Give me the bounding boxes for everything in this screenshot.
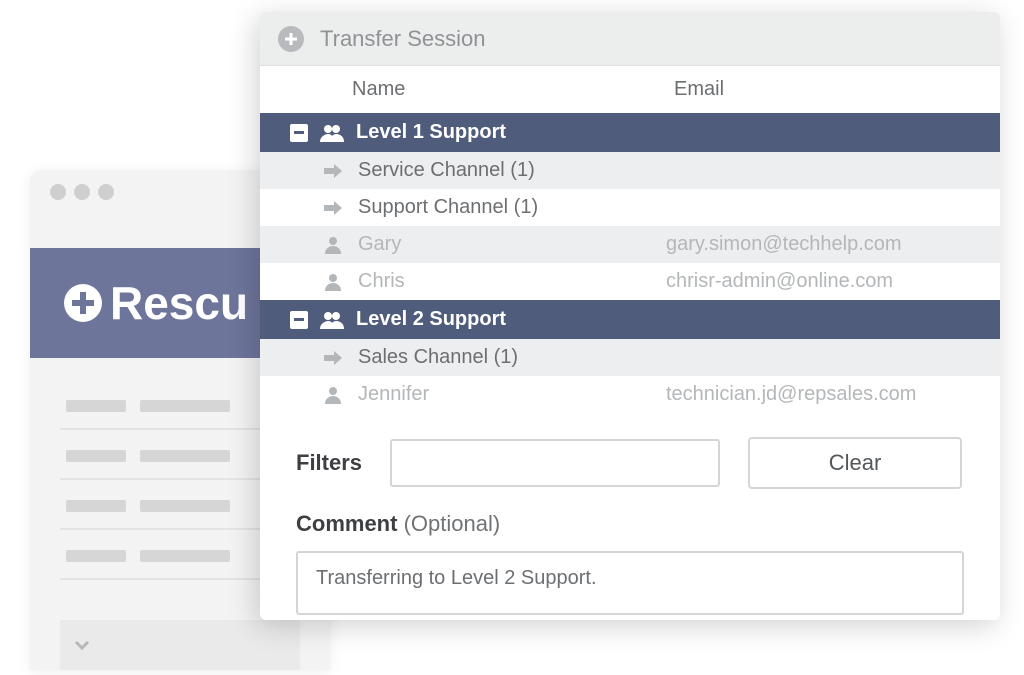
row-label: Chris xyxy=(358,270,652,293)
person-icon xyxy=(322,236,344,254)
arrow-right-icon xyxy=(322,200,344,216)
person-row[interactable]: Chris chrisr-admin@online.com xyxy=(260,263,1000,300)
comment-label: Comment (Optional) xyxy=(296,511,964,537)
row-label: Gary xyxy=(358,233,652,256)
clear-button[interactable]: Clear xyxy=(748,437,962,489)
tree-list: Level 1 Support Service Channel (1) Supp… xyxy=(260,113,1000,413)
arrow-right-icon xyxy=(322,350,344,366)
column-name-header: Name xyxy=(352,78,674,101)
plus-circle-icon xyxy=(64,284,102,322)
person-row[interactable]: Jennifer technician.jd@repsales.com xyxy=(260,376,1000,413)
window-controls xyxy=(50,184,114,200)
brand-text: Rescu xyxy=(110,276,248,330)
group-row[interactable]: Level 2 Support xyxy=(260,300,1000,339)
channel-row[interactable]: Sales Channel (1) xyxy=(260,339,1000,376)
people-icon xyxy=(320,311,344,329)
row-label: Jennifer xyxy=(358,383,652,406)
group-label: Level 1 Support xyxy=(356,121,506,144)
row-label: Service Channel (1) xyxy=(358,159,652,182)
people-icon xyxy=(320,124,344,142)
group-label: Level 2 Support xyxy=(356,308,506,331)
row-email: gary.simon@techhelp.com xyxy=(666,233,970,256)
column-email-header: Email xyxy=(674,78,1000,101)
comment-section: Comment (Optional) xyxy=(260,499,1000,620)
collapse-icon[interactable] xyxy=(290,124,308,142)
transfer-session-panel: Transfer Session Name Email Level 1 Supp… xyxy=(260,12,1000,620)
row-label: Support Channel (1) xyxy=(358,196,652,219)
row-label: Sales Channel (1) xyxy=(358,346,652,369)
filter-section: Filters Clear xyxy=(260,413,1000,499)
collapse-icon[interactable] xyxy=(290,311,308,329)
window-dot xyxy=(50,184,66,200)
plus-circle-icon xyxy=(278,26,304,52)
window-dot xyxy=(98,184,114,200)
channel-row[interactable]: Support Channel (1) xyxy=(260,189,1000,226)
panel-header: Transfer Session xyxy=(260,12,1000,66)
filters-input[interactable] xyxy=(390,439,720,487)
channel-row[interactable]: Service Channel (1) xyxy=(260,152,1000,189)
person-icon xyxy=(322,273,344,291)
dropdown-placeholder xyxy=(60,620,300,670)
chevron-down-icon xyxy=(72,635,92,655)
comment-input[interactable] xyxy=(296,551,964,615)
panel-title: Transfer Session xyxy=(320,26,485,52)
arrow-right-icon xyxy=(322,163,344,179)
person-icon xyxy=(322,386,344,404)
person-row[interactable]: Gary gary.simon@techhelp.com xyxy=(260,226,1000,263)
row-email: chrisr-admin@online.com xyxy=(666,270,970,293)
row-email: technician.jd@repsales.com xyxy=(666,383,970,406)
window-dot xyxy=(74,184,90,200)
filters-label: Filters xyxy=(296,450,362,476)
group-row[interactable]: Level 1 Support xyxy=(260,113,1000,152)
column-headers: Name Email xyxy=(260,66,1000,113)
